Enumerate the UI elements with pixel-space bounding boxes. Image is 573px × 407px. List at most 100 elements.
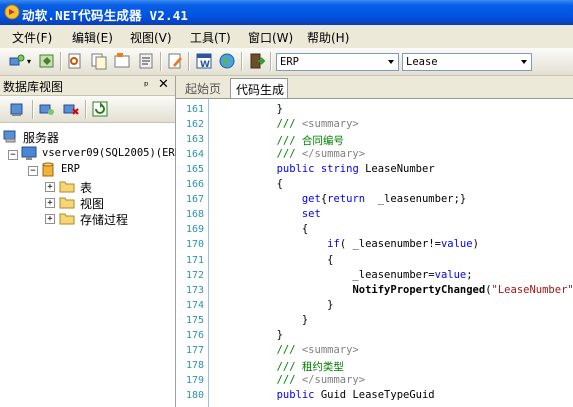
tree-label: 表	[80, 181, 93, 195]
code-token: get	[301, 193, 321, 206]
code-token: set	[301, 208, 321, 221]
database-combo[interactable]: ERP	[276, 53, 399, 71]
menu-tools[interactable]: 工具(T)	[190, 29, 231, 46]
code-line: {	[226, 178, 283, 190]
exit-icon[interactable]	[248, 52, 266, 70]
code-token: )	[472, 238, 479, 251]
toolbar-separator	[85, 100, 87, 119]
database-view-panel: 数据库视图 ᵖ ✕ 服务器 − vserver09(SQL2005)(ERP −…	[0, 76, 181, 407]
database-tree: 服务器 − vserver09(SQL2005)(ERP − ERP + 表 +…	[0, 123, 181, 407]
expand-icon[interactable]: +	[45, 182, 55, 192]
code-token: {	[226, 223, 309, 236]
code-token: value	[434, 268, 467, 281]
database-icon	[42, 162, 54, 177]
menu-file[interactable]: 文件(F)	[12, 29, 52, 46]
folder-icon	[59, 197, 75, 209]
code-token: {	[226, 253, 334, 266]
code-line: _leasenumber=value;	[226, 268, 473, 281]
code-token: {	[226, 178, 283, 191]
chevron-down-icon[interactable]	[518, 54, 531, 70]
expand-icon[interactable]: +	[45, 214, 55, 224]
code-editor[interactable]: 161 162 163 164 165 166 167 168 169 170 171 172 173 1…	[176, 99, 573, 407]
code-token: public	[276, 388, 315, 401]
code-token: NotifyPropertyChanged	[352, 283, 486, 296]
window-title: 动软.NET代码生成器 V2.41	[22, 8, 189, 23]
code-line: /// <summary>	[226, 118, 359, 130]
collapse-icon[interactable]: −	[28, 166, 38, 176]
connect-server-icon[interactable]	[8, 52, 26, 70]
panel-toolbar	[0, 96, 175, 123]
table-combo-value: Lease	[406, 56, 438, 68]
code-line: }	[226, 314, 308, 326]
query-analyzer-icon[interactable]	[66, 52, 84, 70]
code-token: /// 租约类型	[226, 360, 344, 373]
tree-label: 存储过程	[80, 213, 129, 227]
collapse-icon[interactable]: −	[8, 150, 18, 160]
servers-icon	[3, 130, 16, 143]
chevron-down-icon[interactable]: ▾	[27, 57, 31, 66]
code-line: set	[226, 208, 321, 220]
generate-code-icon[interactable]	[137, 52, 155, 70]
code-token: if	[327, 238, 340, 251]
menu-edit[interactable]: 编辑(E)	[72, 29, 113, 46]
code-token: }	[226, 103, 283, 115]
folder-icon	[59, 213, 75, 225]
code-token: string	[320, 163, 359, 176]
table-combo[interactable]: Lease	[402, 53, 532, 71]
close-icon[interactable]: ✕	[158, 77, 169, 92]
code-token: <summary>	[301, 118, 359, 131]
new-form-icon[interactable]	[113, 52, 131, 70]
tab-code-generation[interactable]: 代码生成	[230, 78, 288, 98]
add-server-icon[interactable]	[9, 100, 27, 118]
code-line: /// </summary>	[226, 373, 366, 386]
chevron-down-icon[interactable]	[385, 54, 398, 70]
code-line: }	[226, 103, 283, 115]
code-line: NotifyPropertyChanged("LeaseNumber");	[226, 284, 573, 296]
panel-header: 数据库视图 ᵖ ✕	[0, 76, 175, 96]
database-combo-value: ERP	[280, 56, 299, 68]
app-icon	[4, 4, 20, 20]
tab-start-page[interactable]: 起始页	[180, 78, 228, 97]
menu-view[interactable]: 视图(V)	[130, 29, 172, 46]
edit-document-icon[interactable]	[166, 52, 184, 70]
tree-label: vserver09(SQL2005)(ERP	[42, 147, 182, 159]
menu-window[interactable]: 窗口(W)	[248, 29, 293, 46]
code-line: /// 合同编号	[226, 133, 344, 148]
code-token: ;	[466, 268, 473, 281]
svg-text:W: W	[200, 60, 210, 70]
code-token: return	[327, 193, 366, 206]
refresh-connection-icon[interactable]	[38, 52, 56, 70]
code-line: {	[226, 254, 333, 266]
code-line: public Guid LeaseTypeGuid	[226, 389, 435, 401]
document-copy-icon[interactable]	[90, 52, 108, 70]
connect-icon[interactable]	[38, 100, 56, 118]
web-globe-icon[interactable]	[218, 52, 236, 70]
code-token: Guid LeaseTypeGuid	[314, 388, 435, 401]
pin-icon[interactable]: ᵖ	[144, 79, 149, 92]
toolbar-separator	[188, 52, 190, 71]
menu-help[interactable]: 帮助(H)	[307, 29, 349, 46]
toolbar-separator	[160, 52, 162, 71]
word-document-icon[interactable]: W	[195, 52, 213, 70]
folder-icon	[59, 181, 75, 193]
code-token: _leasenumber;}	[365, 193, 467, 206]
code-line: }	[226, 299, 333, 311]
code-token: ///	[226, 118, 302, 131]
code-area[interactable]: } /// <summary> /// 合同编号 /// </summary> …	[176, 99, 573, 407]
disconnect-icon[interactable]	[62, 100, 80, 118]
code-line: /// <summary>	[226, 344, 359, 356]
expand-icon[interactable]: +	[45, 198, 55, 208]
code-token: value	[440, 238, 473, 251]
code-token: public	[276, 163, 315, 176]
code-line: {	[226, 223, 308, 235]
code-line: /// </summary>	[226, 148, 366, 160]
code-token: </summary>	[301, 373, 366, 386]
tree-label: ERP	[61, 163, 80, 175]
tree-label: 视图	[80, 197, 105, 211]
refresh-icon[interactable]	[91, 100, 109, 118]
tree-label: 服务器	[23, 131, 60, 145]
